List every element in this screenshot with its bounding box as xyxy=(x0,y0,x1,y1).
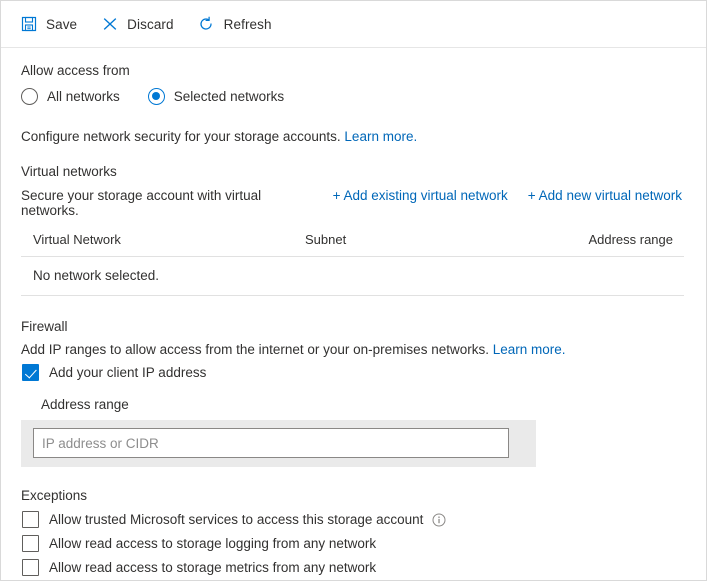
checkbox-allow-read-access-metrics-mark xyxy=(22,559,39,576)
checkbox-allow-read-access-metrics[interactable]: Allow read access to storage metrics fro… xyxy=(1,559,706,576)
settings-content: Allow access from All networks Selected … xyxy=(1,63,706,576)
checkbox-add-client-ip[interactable]: Add your client IP address xyxy=(1,364,706,381)
discard-x-icon xyxy=(101,16,118,33)
checkbox-allow-read-access-logging-label: Allow read access to storage logging fro… xyxy=(49,536,376,551)
column-header-address-range: Address range xyxy=(573,232,673,247)
command-bar: Save Discard Refresh xyxy=(1,1,706,48)
radio-selected-networks-mark xyxy=(148,88,165,105)
checkbox-allow-trusted-microsoft-services[interactable]: Allow trusted Microsoft services to acce… xyxy=(1,511,706,528)
add-existing-virtual-network-link[interactable]: + Add existing virtual network xyxy=(333,188,508,203)
firewall-description: Add IP ranges to allow access from the i… xyxy=(1,342,706,357)
network-settings-panel: Save Discard Refresh Allow acces xyxy=(0,0,707,581)
radio-all-networks[interactable]: All networks xyxy=(21,88,120,105)
table-header-row: Virtual Network Subnet Address range xyxy=(21,232,684,257)
column-header-subnet: Subnet xyxy=(305,232,573,247)
address-range-input[interactable] xyxy=(33,428,509,458)
discard-button-label: Discard xyxy=(127,17,173,32)
checkbox-allow-trusted-microsoft-services-label: Allow trusted Microsoft services to acce… xyxy=(49,512,423,527)
radio-all-networks-label: All networks xyxy=(47,89,120,104)
virtual-networks-actions-row: Secure your storage account with virtual… xyxy=(1,188,706,218)
save-icon xyxy=(20,16,37,33)
checkbox-add-client-ip-label: Add your client IP address xyxy=(49,365,206,380)
allow-access-heading: Allow access from xyxy=(1,63,706,78)
checkbox-allow-read-access-logging-mark xyxy=(22,535,39,552)
checkbox-add-client-ip-mark xyxy=(22,364,39,381)
save-button[interactable]: Save xyxy=(20,9,87,39)
allow-access-radio-group: All networks Selected networks xyxy=(1,88,706,105)
save-button-label: Save xyxy=(46,17,77,32)
virtual-networks-table: Virtual Network Subnet Address range No … xyxy=(21,232,684,296)
exceptions-heading: Exceptions xyxy=(1,488,706,503)
address-range-field-container xyxy=(21,420,536,467)
info-icon[interactable] xyxy=(432,513,446,527)
checkbox-allow-read-access-metrics-label: Allow read access to storage metrics fro… xyxy=(49,560,376,575)
refresh-icon xyxy=(198,16,215,33)
column-header-virtual-network: Virtual Network xyxy=(33,232,305,247)
firewall-heading: Firewall xyxy=(1,319,706,334)
radio-selected-networks-label: Selected networks xyxy=(174,89,284,104)
checkbox-allow-read-access-logging[interactable]: Allow read access to storage logging fro… xyxy=(1,535,706,552)
radio-all-networks-mark xyxy=(21,88,38,105)
virtual-networks-links: + Add existing virtual network + Add new… xyxy=(313,188,682,203)
refresh-button[interactable]: Refresh xyxy=(198,9,282,39)
discard-button[interactable]: Discard xyxy=(101,9,183,39)
firewall-description-text: Add IP ranges to allow access from the i… xyxy=(21,342,489,357)
virtual-networks-description: Secure your storage account with virtual… xyxy=(21,188,313,218)
add-new-virtual-network-link[interactable]: + Add new virtual network xyxy=(528,188,682,203)
radio-selected-networks[interactable]: Selected networks xyxy=(148,88,284,105)
network-security-description-text: Configure network security for your stor… xyxy=(21,129,341,144)
address-range-label: Address range xyxy=(1,397,706,412)
network-security-learn-more-link[interactable]: Learn more. xyxy=(344,129,417,144)
checkbox-allow-trusted-microsoft-services-mark xyxy=(22,511,39,528)
table-row-empty: No network selected. xyxy=(21,257,684,296)
no-network-selected-message: No network selected. xyxy=(33,268,159,283)
virtual-networks-heading: Virtual networks xyxy=(1,164,706,179)
firewall-learn-more-link[interactable]: Learn more. xyxy=(493,342,566,357)
network-security-description: Configure network security for your stor… xyxy=(1,129,706,144)
refresh-button-label: Refresh xyxy=(224,17,272,32)
